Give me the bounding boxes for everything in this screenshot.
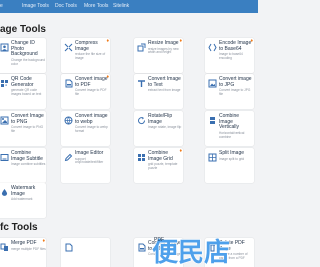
image-to-pdf-icon [137,243,146,252]
tool-card-desc: Convert image to webp format [75,125,108,133]
watermark-logo: 便民店 PDF [151,237,230,267]
nav-item-sitelink[interactable]: Sitelink [113,3,129,9]
tool-card-desc: generate QR code images based on text [11,88,42,96]
tool-card-title: Watermark Image [11,185,36,197]
resize-icon [137,43,146,52]
image-to-text-icon [137,79,146,88]
tool-card-desc: extract text from image [148,88,181,93]
grid-icon [137,153,146,162]
tool-card-desc: Horizontal/vertical combine [219,130,245,139]
tool-card-desc: Convert image to PNG file [11,125,44,133]
tool-card-encode-image-to-base64[interactable]: ♦ Encode Image to Base64 Image to base64… [205,38,254,73]
tool-card-title: QR Code Generator [11,76,34,88]
tool-card-title: Merge PDF [11,240,37,246]
tool-card-title: Convert image to webp [75,113,108,125]
tool-card-compress-image[interactable]: ♦ Compress Image reduce the file size of… [61,38,110,73]
image-to-pdf-icon [64,79,73,88]
tool-card-desc: Image split to grid [219,156,245,161]
tool-card-convert-image-to-text[interactable]: Convert Image to Text extract text from … [134,74,183,109]
compress-icon [64,43,73,52]
tool-card-change-id-photo-background[interactable]: Change ID Photo Background Change the ba… [0,38,46,73]
qr-code-icon [0,79,9,88]
tool-card-title: Convert image to PDF [75,76,108,88]
subtitle-icon [0,153,9,162]
tool-card-desc: Image rotate, image flip [148,125,182,130]
tool-card-split-image[interactable]: Split Image Image split to grid [205,148,254,183]
pdf-icon [64,243,73,252]
tool-card-combine-image-vertically[interactable]: Combine Image Vertically Horizontal/vert… [205,111,254,146]
image-to-jpg-icon [208,79,217,88]
tool-card-watermark-image[interactable]: Watermark Image Add watermark [0,183,46,218]
tool-card-resize-image[interactable]: ♦ Resize Image resize images by new widt… [134,38,183,73]
tool-card-desc: resize images by new width and height [148,46,179,55]
tool-card-title: Combine Image Grid [148,150,173,162]
tool-card-convert-image-to-jpg[interactable]: Convert image to JPG Convert image to JP… [205,74,254,109]
nav-item-more-tools[interactable]: More Tools [84,3,108,9]
section-title-image-tools: age Tools [0,24,46,35]
tool-card-title: Convert image to JPG [219,76,252,88]
tool-card-title: Combine Image Subtitle [11,150,43,162]
tool-card-title: Image Editor [75,150,104,156]
id-photo-icon [0,43,9,52]
tool-card-pdf[interactable] [61,238,110,267]
tool-card-desc: merge multiple PDF files [11,246,46,251]
tool-card-title: Rotate/Flip Image [148,113,173,125]
rotate-icon [137,116,146,125]
watermark-icon [0,188,9,197]
tool-card-combine-image-subtitle[interactable]: Combine Image Subtitle Image combine sub… [0,148,46,183]
tool-card-desc: reduce the file size of image [75,52,106,60]
combine-vertical-icon [208,116,217,125]
tool-card-title: Encode Image to Base64 [219,40,252,52]
tool-card-merge-pdf[interactable]: ♦ Merge PDF merge multiple PDF files [0,238,46,267]
tool-card-title: Compress Image [75,40,98,52]
tool-card-combine-image-grid[interactable]: ♦ Combine Image Grid grid puzzle, templa… [134,148,183,183]
tool-card-title: Split Image [219,150,245,156]
watermark-sub: PDF [154,237,164,243]
editor-icon [64,153,73,162]
tool-card-title: Convert Image to Text [148,76,181,88]
tool-card-image-editor[interactable]: Image Editor support crop/rotate/text/fi… [61,148,110,183]
tool-card-convert-image-to-png[interactable]: Convert Image to PNG Convert image to PN… [0,111,46,146]
split-icon [208,153,217,162]
tool-card-desc: Add watermark [11,197,33,202]
nav-item-doc-tools[interactable]: Doc Tools [55,3,77,9]
section-title-pdf-tools: fc Tools [0,222,38,233]
tool-card-desc: Convert image to PDF file [75,88,107,96]
tool-card-title: Convert Image to PNG [11,113,44,125]
image-to-png-icon [0,116,9,125]
tool-card-convert-image-to-pdf[interactable]: ♦ Convert image to PDF Convert image to … [61,74,110,109]
tool-card-title: Resize Image [148,40,179,46]
tool-card-desc: support crop/rotate/text/filter [75,156,104,165]
tool-card-desc: Change the background color [11,57,46,66]
tool-card-desc: grid puzzle, template puzzle [148,162,178,170]
nav-item-image-tools[interactable]: Image Tools [22,3,49,9]
tool-card-title: Combine Image Vertically [219,113,240,131]
tool-card-convert-image-to-webp[interactable]: Convert image to webp Convert image to w… [61,111,110,146]
base64-icon [208,43,217,52]
tool-card-desc: Image combine subtitles [11,162,46,167]
merge-pdf-icon [0,243,9,252]
tool-card-qr-code-generator[interactable]: QR Code Generator generate QR code image… [0,74,46,109]
tool-card-rotate-flip-image[interactable]: Rotate/Flip Image Image rotate, image fl… [134,111,183,146]
image-to-webp-icon [64,116,73,125]
tool-card-title: Change ID Photo Background [11,40,38,58]
watermark-overlay: 便民店 PDF [150,227,258,267]
tool-card-desc: Convert image to JPG file [219,88,251,96]
top-nav-bar: e Image Tools Doc Tools More Tools Sitel… [0,0,258,13]
tool-card-desc: Image to base64 encoding [219,52,243,60]
nav-item-home[interactable]: e [0,3,3,9]
